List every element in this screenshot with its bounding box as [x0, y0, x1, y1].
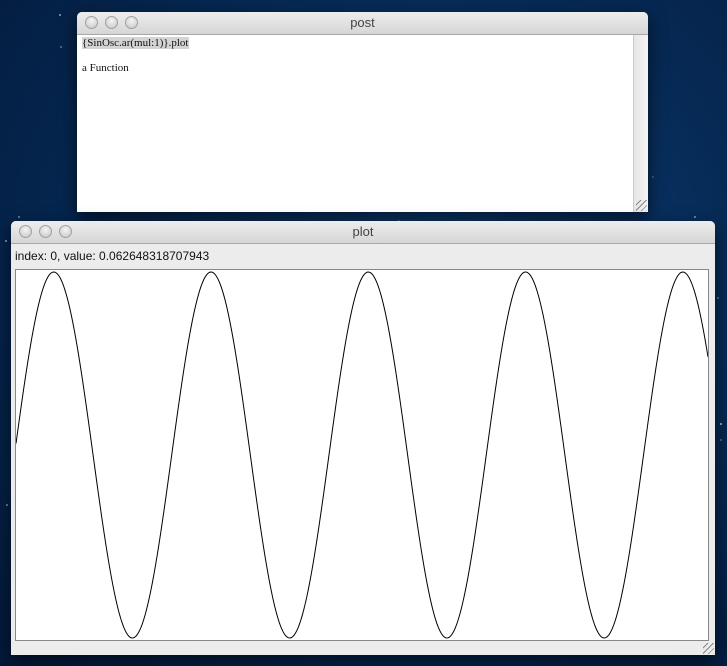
star: [60, 45, 63, 48]
star: [716, 296, 719, 299]
plot-svg: [15, 271, 709, 639]
star: [17, 215, 20, 218]
minimize-button[interactable]: [105, 16, 118, 29]
output-line: a Function: [82, 62, 129, 74]
code-line: {SinOsc.ar(mul:1)}.plot: [82, 37, 189, 49]
zoom-button[interactable]: [59, 225, 72, 238]
close-button[interactable]: [85, 16, 98, 29]
plot-titlebar[interactable]: plot: [11, 221, 715, 244]
close-button[interactable]: [19, 225, 32, 238]
window-title: post: [350, 15, 375, 30]
plot-area[interactable]: [15, 269, 709, 641]
window-title: plot: [352, 224, 374, 239]
star: [651, 176, 654, 179]
post-window: post {SinOsc.ar(mul:1)}.plot a Function: [77, 12, 648, 212]
zoom-button[interactable]: [125, 16, 138, 29]
post-text-area[interactable]: {SinOsc.ar(mul:1)}.plot a Function: [77, 35, 634, 212]
post-titlebar[interactable]: post: [77, 12, 648, 35]
plot-window: plot index: 0, value: 0.062648318707943: [11, 221, 715, 655]
star: [59, 13, 62, 16]
resize-grip-icon[interactable]: [636, 200, 647, 211]
sine-wave-line: [15, 271, 709, 639]
minimize-button[interactable]: [39, 225, 52, 238]
resize-grip-icon[interactable]: [703, 643, 714, 654]
star: [719, 423, 722, 426]
scrollbar[interactable]: [633, 35, 648, 212]
star: [694, 216, 697, 219]
star: [5, 239, 8, 242]
star: [720, 438, 723, 441]
star: [6, 503, 9, 506]
index-value-readout: index: 0, value: 0.062648318707943: [15, 249, 210, 263]
